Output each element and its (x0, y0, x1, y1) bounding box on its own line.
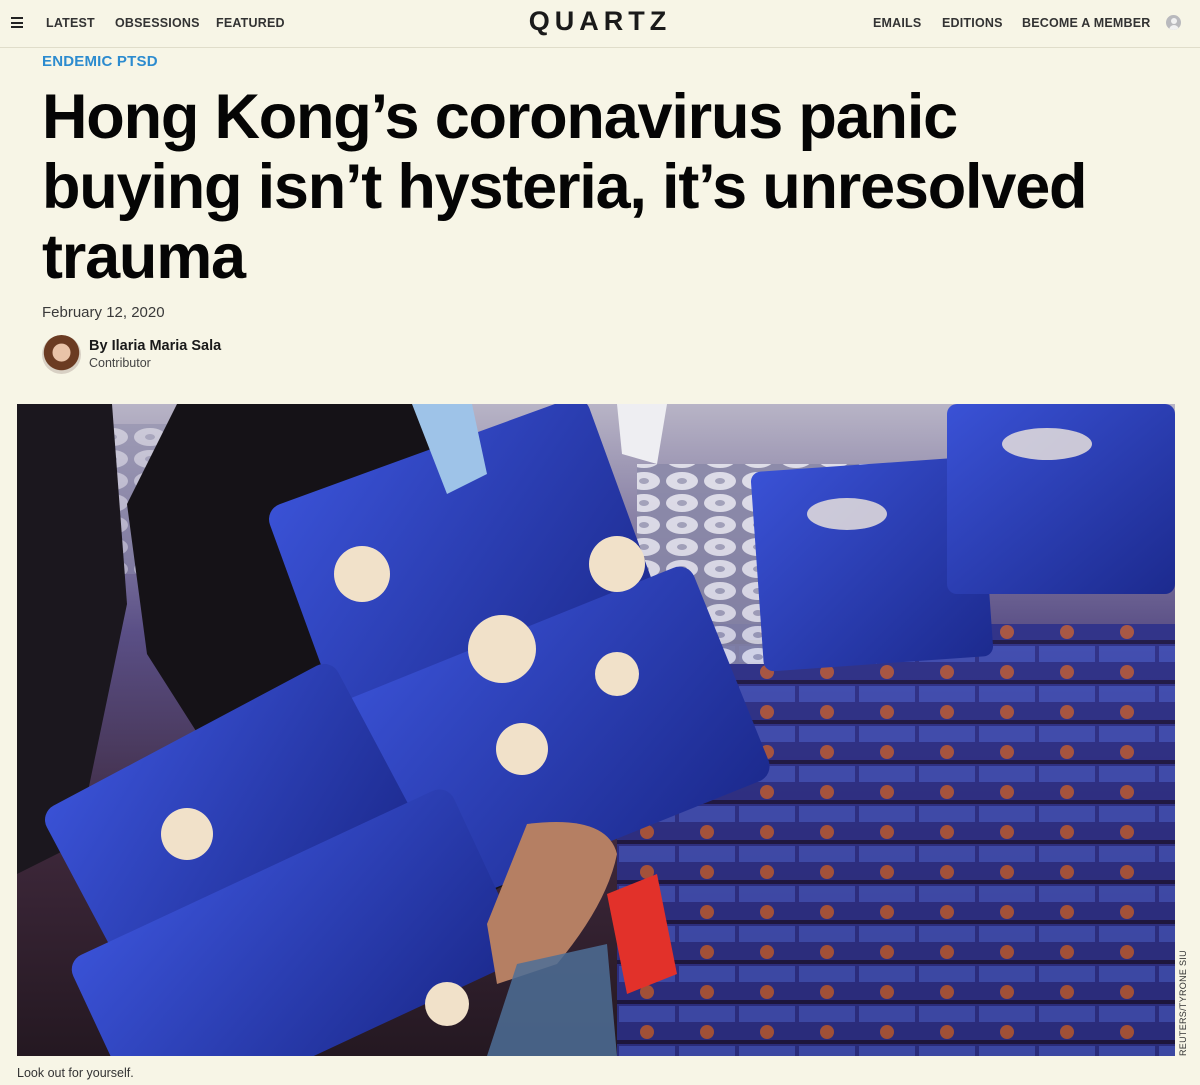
article-headline: Hong Kong’s coronavirus panic buying isn… (42, 82, 1088, 292)
author-role: Contributor (89, 356, 151, 370)
author-avatar[interactable] (42, 335, 81, 374)
top-navigation: LATEST OBSESSIONS FEATURED QUARTZ EMAILS… (0, 0, 1200, 48)
photo-credit: REUTERS/TYRONE SIU (1178, 950, 1188, 1056)
publish-date: February 12, 2020 (42, 304, 165, 321)
nav-link-latest[interactable]: LATEST (46, 16, 95, 30)
nav-link-become-a-member[interactable]: BECOME A MEMBER (1022, 16, 1150, 30)
quartz-logo[interactable]: QUARTZ (529, 6, 671, 36)
photo-caption: Look out for yourself. (17, 1066, 134, 1080)
nav-link-emails[interactable]: EMAILS (873, 16, 921, 30)
article-kicker[interactable]: ENDEMIC PTSD (42, 53, 158, 70)
nav-link-featured[interactable]: FEATURED (216, 16, 285, 30)
byline-prefix: By (89, 338, 108, 354)
nav-link-obsessions[interactable]: OBSESSIONS (115, 16, 200, 30)
hero-photo (17, 404, 1175, 1056)
hamburger-menu-icon[interactable] (11, 17, 23, 28)
nav-link-editions[interactable]: EDITIONS (942, 16, 1003, 30)
byline: By Ilaria Maria Sala (89, 338, 221, 354)
user-account-icon[interactable] (1166, 15, 1181, 30)
author-name-link[interactable]: Ilaria Maria Sala (112, 338, 222, 354)
